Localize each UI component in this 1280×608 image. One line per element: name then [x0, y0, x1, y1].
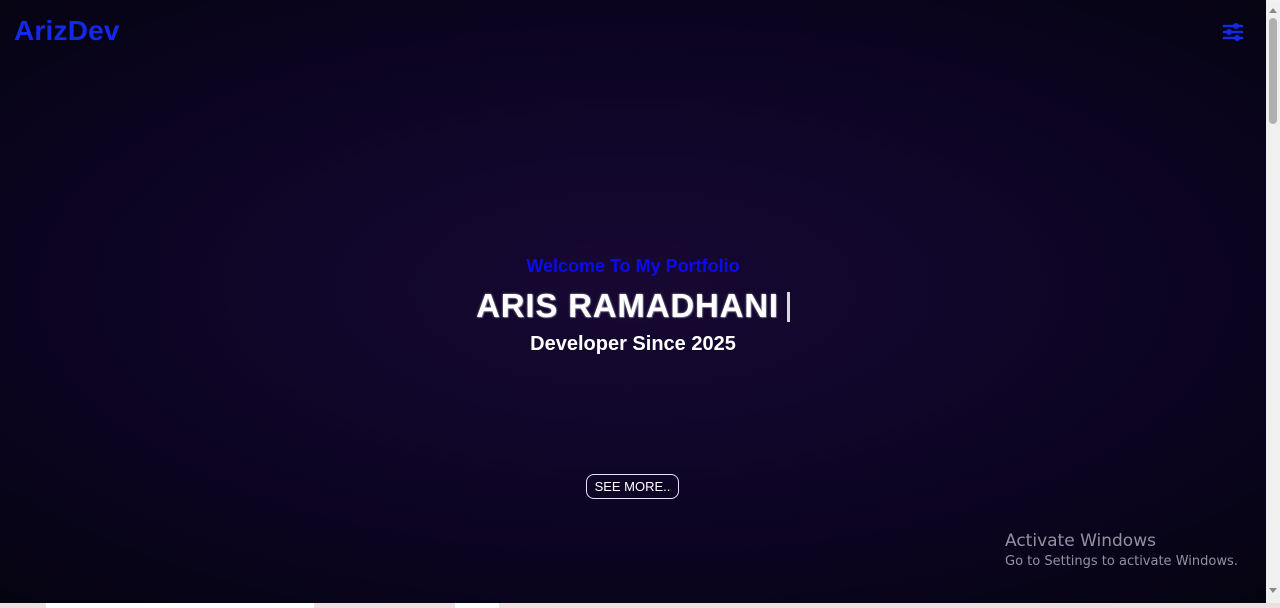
- scroll-down-icon[interactable]: [1269, 588, 1277, 593]
- windows-activation-watermark: Activate Windows Go to Settings to activ…: [1005, 530, 1238, 571]
- site-logo[interactable]: ArizDev: [14, 15, 120, 47]
- scrollbar-thumb[interactable]: [1269, 18, 1277, 124]
- hero-text-block: Welcome To My Portfolio ARIS RAMADHANI D…: [0, 254, 1266, 356]
- hero-section: ArizDev Welcome To My Portfolio ARIS RAM…: [0, 0, 1266, 603]
- bottom-edge-segment: [455, 603, 499, 608]
- bottom-edge-segment: [46, 603, 314, 608]
- menu-button[interactable]: [1222, 22, 1244, 42]
- welcome-heading: Welcome To My Portfolio: [526, 256, 740, 276]
- hero-tagline: Developer Since 2025: [530, 333, 736, 355]
- scroll-up-icon[interactable]: [1269, 8, 1277, 13]
- watermark-title: Activate Windows: [1005, 531, 1156, 551]
- typing-caret: [786, 292, 790, 322]
- name-row: ARIS RAMADHANI: [0, 286, 1266, 326]
- watermark-subtitle: Go to Settings to activate Windows.: [1005, 554, 1238, 569]
- hero-name: ARIS RAMADHANI: [476, 287, 779, 324]
- see-more-button[interactable]: SEE MORE..: [586, 474, 679, 499]
- sliders-icon: [1222, 23, 1244, 41]
- vertical-scrollbar[interactable]: [1266, 2, 1280, 603]
